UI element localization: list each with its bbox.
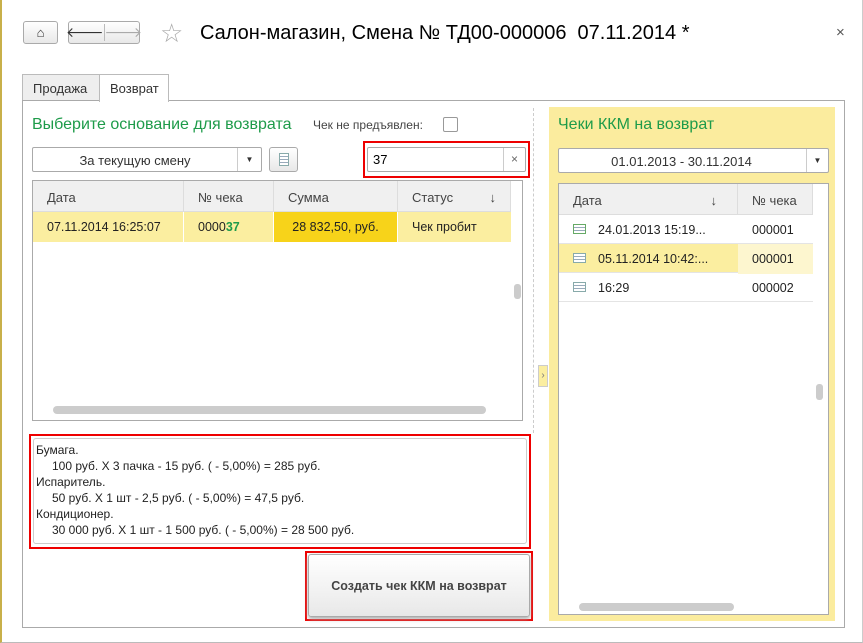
col-number[interactable]: № чека [184,181,274,212]
window: ⌂ 🡐 🡒 ☆ Салон-магазин, Смена № ТД00-0000… [0,0,863,643]
window-title: Салон-магазин, Смена № ТД00-000006 07.11… [200,22,690,44]
left-heading: Выберите основание для возврата [32,116,292,133]
row-date-text: 16:29 [598,281,630,295]
row-date: 07.11.2014 16:25:07 [33,212,184,242]
check-not-shown-checkbox[interactable] [443,117,458,132]
col-number[interactable]: № чека [738,184,813,215]
row-date-text: 05.11.2014 10:42:... [598,252,709,266]
splitter[interactable] [533,108,534,433]
home-button[interactable]: ⌂ [23,21,58,44]
period-select-value: За текущую смену [79,153,191,168]
row-status: Чек пробит [412,220,477,234]
receipts-table: Дата № чека Сумма Статус ↓ 07.11.2014 16:… [32,180,523,421]
col-date-label: Дата [573,193,602,208]
col-status[interactable]: Статус ↓ [398,181,511,212]
col-date[interactable]: Дата [33,181,184,212]
row-date-text: 24.01.2013 15:19... [598,223,706,237]
right-period-select[interactable]: 01.01.2013 - 30.11.2014 ▼ [558,148,829,173]
row-number: 000001 [752,223,794,237]
search-input-value: 37 [373,152,388,167]
document-icon [573,253,586,263]
right-heading: Чеки ККМ на возврат [558,116,715,133]
report-button[interactable] [269,147,298,172]
back-button[interactable]: 🡐 [66,24,105,41]
tab-sale[interactable]: Продажа [22,74,100,101]
row-number: 000002 [752,281,794,295]
detail-item-line: 30 000 руб. Х 1 шт - 1 500 руб. ( - 5,00… [52,523,355,537]
vertical-scrollbar[interactable] [514,284,521,299]
kkm-receipts-table: Дата ↓ № чека 24.01.2013 15:19... 000001 … [558,183,829,615]
check-not-shown-label: Чек не предъявлен: [313,118,423,132]
sort-arrow-icon: ↓ [489,190,497,205]
detail-item-name: Бумага. [36,443,79,457]
row-number-match: 37 [225,220,240,234]
col-date[interactable]: Дата ↓ [559,184,738,215]
right-period-value: 01.01.2013 - 30.11.2014 [611,154,752,169]
create-return-receipt-button[interactable]: Создать чек ККМ на возврат [308,554,530,617]
period-select[interactable]: За текущую смену ▼ [32,147,262,172]
detail-item-line: 100 руб. Х 3 пачка - 15 руб. ( - 5,00%) … [52,459,321,473]
row-date: 05.11.2014 10:42:... [559,244,738,274]
col-status-label: Статус [412,190,454,205]
nav-buttons: 🡐 🡒 [66,21,143,44]
check-document-icon [573,224,586,234]
row-sum: 28 832,50, руб. [274,212,398,242]
row-date: 24.01.2013 15:19... [559,215,738,245]
favorite-star-icon[interactable]: ☆ [160,18,183,49]
row-number-prefix: 0000 [198,220,226,234]
detail-item-name: Кондиционер. [36,507,114,521]
table-row[interactable]: 07.11.2014 16:25:07 000037 28 832,50, ру… [33,212,511,242]
document-icon [278,153,289,166]
close-icon[interactable]: × [836,24,845,41]
document-icon [573,282,586,292]
row-number: 000037 [184,212,274,242]
search-input[interactable]: 37 × [367,147,526,172]
home-icon: ⌂ [36,25,45,40]
horizontal-scrollbar[interactable] [53,406,486,414]
table-row[interactable]: 16:29 000002 [559,273,813,302]
sort-arrow-icon: ↓ [710,193,718,208]
vertical-scrollbar[interactable] [816,384,823,400]
collapse-icon[interactable]: › [538,365,548,387]
table-row[interactable]: 05.11.2014 10:42:... 000001 [559,244,813,274]
tab-return[interactable]: Возврат [99,74,169,102]
chevron-down-icon[interactable]: ▼ [237,148,261,171]
forward-button[interactable]: 🡒 [105,24,143,41]
col-sum[interactable]: Сумма [274,181,398,212]
detail-item-line: 50 руб. Х 1 шт - 2,5 руб. ( - 5,00%) = 4… [52,491,305,505]
chevron-down-icon[interactable]: ▼ [806,149,828,172]
detail-item-name: Испаритель. [36,475,106,489]
table-row[interactable]: 24.01.2013 15:19... 000001 [559,215,813,244]
row-date: 16:29 [559,273,738,303]
details-text: Бумага. 100 руб. Х 3 пачка - 15 руб. ( -… [33,438,527,544]
horizontal-scrollbar[interactable] [579,603,734,611]
row-number: 000001 [738,244,813,274]
clear-icon[interactable]: × [503,148,525,171]
